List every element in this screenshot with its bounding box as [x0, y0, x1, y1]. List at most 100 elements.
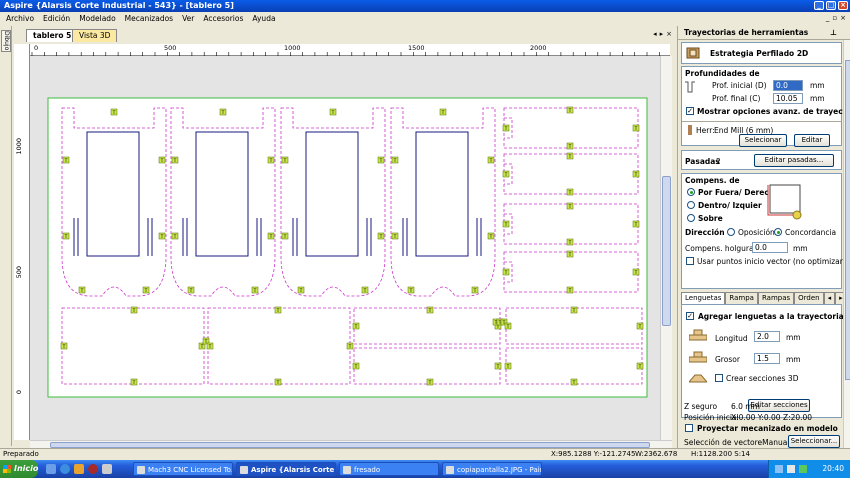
task-aspire[interactable]: Aspire {Alarsis Corte ... — [236, 462, 336, 476]
panel-title-text: Trayectorias de herramientas — [684, 28, 809, 37]
start-depth-input[interactable]: 0.0 — [773, 80, 803, 91]
tab-marker-label: T — [568, 144, 572, 150]
menu-archivo[interactable]: Archivo — [6, 12, 34, 25]
tab-marker-label: T — [160, 234, 164, 240]
opposite-radio[interactable] — [727, 228, 735, 236]
tab-marker-label: T — [173, 158, 177, 164]
menu-ayuda[interactable]: Ayuda — [252, 12, 275, 25]
tab-scroll-right-icon[interactable]: ▸ — [660, 30, 664, 38]
tabs-section: ✓ Agregar lenguetas a la trayectoria Lon… — [681, 304, 844, 418]
outside-radio[interactable] — [687, 188, 695, 196]
create-3d-label: Crear secciones 3D — [726, 374, 799, 383]
select-vectors-button[interactable]: Seleccionar... — [788, 435, 840, 448]
tab-marker-label: T — [253, 288, 257, 294]
length-input[interactable]: 2.0 — [754, 331, 780, 342]
unit-label: mm — [793, 244, 808, 253]
tab-marker-label: T — [504, 126, 508, 132]
close-icon[interactable]: × — [838, 1, 848, 10]
tab-marker-label: T — [409, 288, 413, 294]
drawing-canvas[interactable]: T T T T T T T T T T T T T T T T T T T T T T T T T T T T T T T T T T T T T T T T… — [30, 56, 660, 440]
start-button[interactable]: Inicio — [0, 460, 38, 478]
tab-marker-label: T — [160, 158, 164, 164]
task-fresado[interactable]: fresado — [339, 462, 439, 476]
task-mach3[interactable]: Mach3 CNC Licensed To... — [133, 462, 233, 476]
project-toolpath-checkbox[interactable] — [685, 424, 693, 432]
tab-marker-label: T — [634, 172, 638, 178]
outside-label: Por Fuera/ Derec — [698, 188, 769, 197]
tab-dibujo[interactable]: Dibujo — [1, 30, 11, 52]
tab-vista-3d[interactable]: Vista 3D — [72, 29, 118, 42]
allowance-input[interactable]: 0.0 — [752, 242, 788, 253]
tab-marker-label: T — [568, 190, 572, 196]
end-depth-input[interactable]: 10.05 — [773, 93, 803, 104]
mdi-close-icon[interactable]: × — [840, 12, 846, 25]
scroll-thumb[interactable] — [845, 60, 850, 380]
climb-radio[interactable] — [774, 228, 782, 236]
menu-modelado[interactable]: Modelado — [79, 12, 115, 25]
tab-marker-label: T — [572, 308, 576, 314]
tab-marker-label: T — [62, 344, 66, 350]
menu-accesorios[interactable]: Accesorios — [203, 12, 243, 25]
tab-scroll-left-icon[interactable]: ◂ — [653, 30, 657, 38]
compensation-heading: Compens. de — [685, 176, 740, 185]
show-desktop-icon[interactable] — [46, 464, 56, 474]
network-icon[interactable] — [775, 465, 783, 473]
menu-edicion[interactable]: Edición — [43, 12, 70, 25]
maximize-icon[interactable]: □ — [826, 1, 836, 10]
canvas-vertical-scrollbar[interactable] — [660, 56, 672, 440]
panel-scrollbar[interactable] — [843, 40, 850, 448]
tab-orden[interactable]: Orden — [794, 292, 824, 304]
add-tabs-checkbox[interactable]: ✓ — [686, 312, 694, 320]
tab-rampa-l[interactable]: Rampa L. — [725, 292, 758, 313]
create-3d-checkbox[interactable] — [715, 374, 723, 382]
select-tool-button[interactable]: Selecionar — [739, 134, 787, 147]
edit-tool-button[interactable]: Editar — [794, 134, 830, 147]
tab-marker-label: T — [64, 234, 68, 240]
tab-scroll-left-icon[interactable]: ◂ — [823, 292, 836, 304]
canvas-horizontal-scrollbar[interactable] — [30, 440, 672, 448]
volume-icon[interactable] — [787, 465, 795, 473]
inside-radio[interactable] — [687, 201, 695, 209]
ruler-v-label: 500 — [15, 266, 23, 279]
on-label: Sobre — [698, 214, 723, 223]
tab-marker-label: T — [363, 288, 367, 294]
media-player-icon[interactable] — [74, 464, 84, 474]
tab-marker-label: T — [283, 158, 287, 164]
pin-icon[interactable]: ⊥ — [830, 26, 837, 40]
opposite-label: Oposición — [738, 228, 775, 237]
menu-ver[interactable]: Ver — [182, 12, 194, 25]
tab-lenguetas[interactable]: Lenguetas — [681, 292, 726, 304]
task-paint[interactable]: copiapantalla2.JPG - Paint — [442, 462, 542, 476]
selection-width: W:2362.678 — [635, 450, 678, 458]
tab-rampas[interactable]: Rampas — [757, 292, 795, 304]
vertical-ruler: 1000 500 0 — [14, 44, 30, 440]
ruler-h-label: 2000 — [530, 44, 547, 52]
tab-close-icon[interactable]: × — [666, 30, 672, 38]
mdi-minimize-icon[interactable]: _ — [826, 12, 830, 25]
tool-label: Herr: — [696, 126, 715, 135]
board-drawing[interactable]: T T T T T T T T T T T T T T T T T T T T T T T T T T T T T T T T T T T T T T T T… — [30, 56, 660, 440]
on-radio[interactable] — [687, 214, 695, 222]
tab-marker-label: T — [489, 234, 493, 240]
advanced-options-checkbox[interactable]: ✓ — [686, 107, 694, 115]
ruler-v-label: 0 — [15, 390, 23, 395]
mdi-restore-icon[interactable]: ▫ — [832, 12, 837, 25]
tab-marker-label: T — [354, 324, 358, 330]
edit-passes-button[interactable]: Editar pasadas... — [754, 154, 834, 167]
tab-marker-label: T — [331, 110, 335, 116]
start-point-checkbox[interactable] — [686, 257, 694, 265]
thickness-input[interactable]: 1.5 — [754, 353, 780, 364]
tab-marker-label: T — [348, 344, 352, 350]
internet-explorer-icon[interactable] — [60, 464, 70, 474]
tab-tablero[interactable]: tablero 5 — [26, 29, 79, 42]
scroll-thumb[interactable] — [662, 176, 671, 326]
tab-marker-label: T — [504, 222, 508, 228]
taskbar: Inicio Mach3 CNC Licensed To... Aspire {… — [0, 460, 850, 478]
menu-mecanizados[interactable]: Mecanizados — [125, 12, 173, 25]
app-quicklaunch-icon[interactable] — [102, 464, 112, 474]
tray-app-icon[interactable] — [799, 465, 807, 473]
app-quicklaunch-icon[interactable] — [88, 464, 98, 474]
tab-marker-label: T — [504, 172, 508, 178]
tab-marker-label: T — [504, 270, 508, 276]
minimize-icon[interactable]: _ — [814, 1, 824, 10]
